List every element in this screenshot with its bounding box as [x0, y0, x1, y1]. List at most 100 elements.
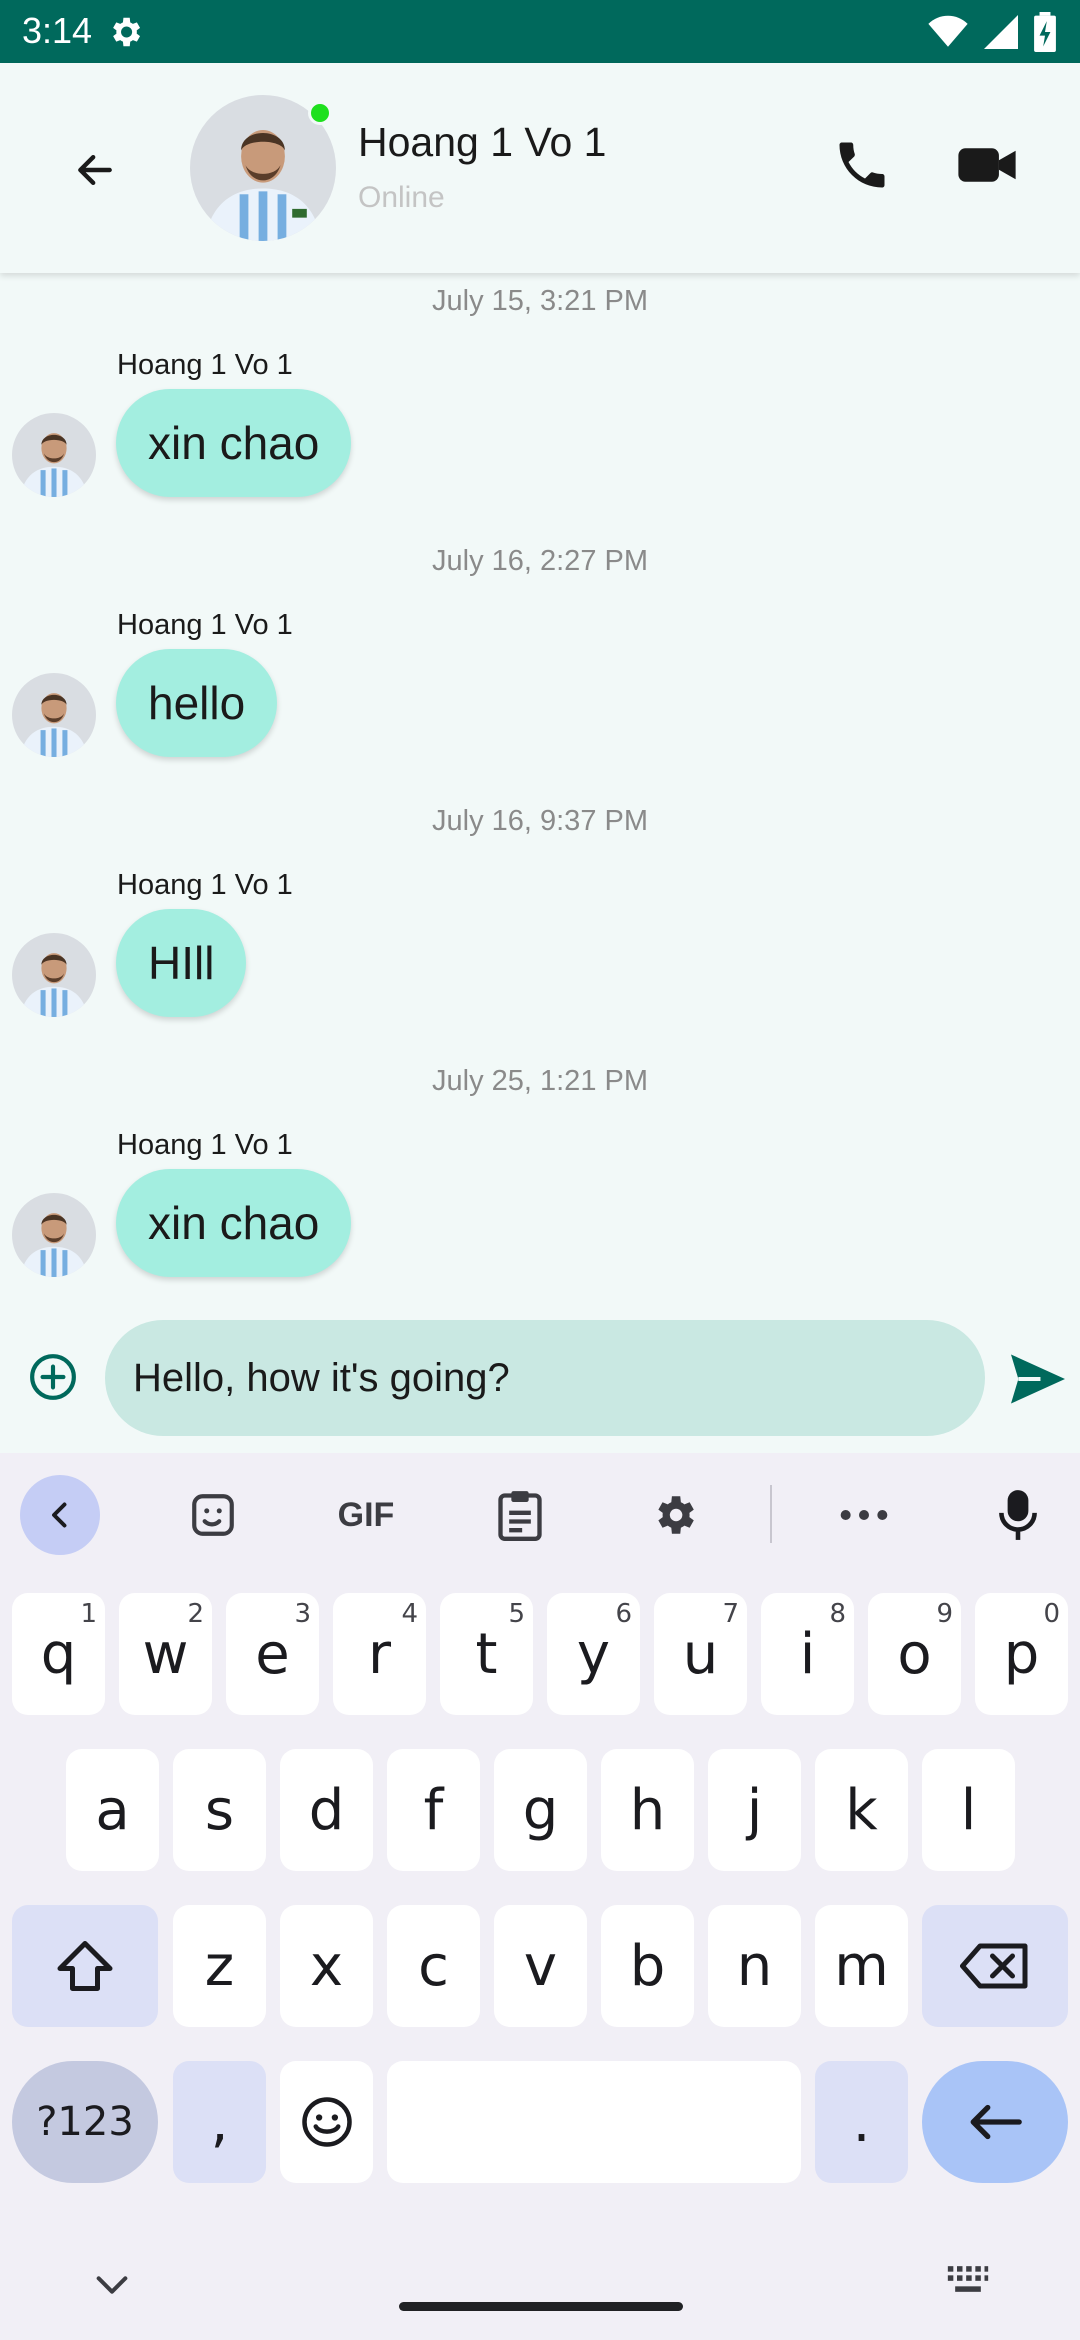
sender-avatar[interactable] — [12, 673, 96, 757]
key-a[interactable]: a — [66, 1749, 159, 1871]
key-b[interactable]: b — [601, 1905, 694, 2027]
key-label: p — [1003, 1621, 1040, 1687]
key-w[interactable]: w2 — [119, 1593, 212, 1715]
keyboard-toolbar: GIF — [0, 1453, 1080, 1573]
message-bubble[interactable]: hello — [116, 649, 278, 757]
key-label: q — [40, 1621, 77, 1687]
period-key[interactable]: . — [815, 2061, 908, 2183]
sender-avatar[interactable] — [12, 413, 96, 497]
key-hint: 1 — [80, 1599, 97, 1629]
sender-avatar[interactable] — [12, 1193, 96, 1277]
key-hint: 0 — [1043, 1599, 1060, 1629]
key-j[interactable]: j — [708, 1749, 801, 1871]
chevron-down-icon[interactable] — [92, 2270, 132, 2300]
emoji-key[interactable] — [280, 2061, 373, 2183]
key-p[interactable]: p0 — [975, 1593, 1068, 1715]
key-label: r — [367, 1621, 392, 1687]
key-g[interactable]: g — [494, 1749, 587, 1871]
message-sender: Hoang 1 Vo 1 — [117, 1129, 293, 1161]
clipboard-button[interactable] — [480, 1475, 560, 1555]
key-l[interactable]: l — [922, 1749, 1015, 1871]
send-button[interactable] — [1008, 1352, 1068, 1406]
symbols-key[interactable]: ?123 — [12, 2061, 158, 2183]
key-label: o — [897, 1621, 932, 1687]
key-h[interactable]: h — [601, 1749, 694, 1871]
gear-icon — [113, 17, 141, 47]
key-m[interactable]: m — [815, 1905, 908, 2027]
wifi-icon — [928, 15, 968, 47]
emoji-icon — [301, 2097, 352, 2147]
chevron-left-icon — [52, 1502, 67, 1528]
shift-key[interactable] — [12, 1905, 158, 2027]
shift-icon — [57, 1941, 113, 1991]
message-composer: Hello, how it's going? — [0, 1318, 1080, 1453]
key-f[interactable]: f — [387, 1749, 480, 1871]
more-options-button[interactable] — [824, 1475, 904, 1555]
key-hint: 9 — [936, 1599, 953, 1629]
voice-input-button[interactable] — [978, 1475, 1058, 1555]
key-o[interactable]: o9 — [868, 1593, 961, 1715]
voice-call-button[interactable] — [832, 135, 892, 195]
key-hint: 4 — [401, 1599, 418, 1629]
key-r[interactable]: r4 — [333, 1593, 426, 1715]
status-time: 3:14 — [22, 10, 93, 51]
home-indicator[interactable] — [399, 2302, 683, 2311]
sticker-button[interactable] — [173, 1475, 253, 1555]
key-u[interactable]: u7 — [654, 1593, 747, 1715]
key-label: i — [799, 1621, 816, 1687]
comma-key[interactable]: , — [173, 2061, 266, 2183]
key-hint: 8 — [829, 1599, 846, 1629]
message-sender: Hoang 1 Vo 1 — [117, 869, 293, 901]
key-n[interactable]: n — [708, 1905, 801, 2027]
online-indicator — [308, 101, 332, 125]
attach-button[interactable] — [28, 1352, 78, 1402]
battery-charging-icon — [1034, 12, 1056, 52]
message-bubble[interactable]: xin chao — [116, 389, 352, 497]
key-t[interactable]: t5 — [440, 1593, 533, 1715]
message-list[interactable]: July 15, 3:21 PM Hoang 1 Vo 1 xin chao J… — [0, 273, 1080, 1318]
contact-name[interactable]: Hoang 1 Vo 1 — [358, 119, 606, 166]
avatar-image — [12, 673, 96, 757]
back-button[interactable] — [60, 135, 130, 205]
sender-avatar[interactable] — [12, 933, 96, 1017]
keyboard-switch-icon[interactable] — [946, 2262, 990, 2296]
sticker-icon — [192, 1494, 234, 1536]
add-circle-icon — [30, 1354, 76, 1400]
toolbar-divider — [770, 1485, 772, 1543]
microphone-icon — [999, 1490, 1037, 1540]
avatar-image — [12, 933, 96, 1017]
soft-keyboard: GIF q1 w 2 e 3 r 4 t 5 y 6 u 7 i 8 o 9 p… — [0, 1453, 1080, 2340]
gif-button[interactable]: GIF — [326, 1475, 406, 1555]
message-timestamp: July 15, 3:21 PM — [432, 285, 648, 317]
key-v[interactable]: v — [494, 1905, 587, 2027]
avatar-image — [12, 1193, 96, 1277]
backspace-key[interactable] — [922, 1905, 1068, 2027]
message-bubble[interactable]: xin chao — [116, 1169, 352, 1277]
key-hint: 5 — [508, 1599, 525, 1629]
message-bubble[interactable]: HIll — [116, 909, 247, 1017]
key-d[interactable]: d — [280, 1749, 373, 1871]
settings-button[interactable] — [634, 1475, 714, 1555]
key-e[interactable]: e3 — [226, 1593, 319, 1715]
key-q[interactable]: q1 — [12, 1593, 105, 1715]
key-hint: 2 — [187, 1599, 204, 1629]
key-z[interactable]: z — [173, 1905, 266, 2027]
arrow-left-icon — [78, 154, 112, 186]
key-c[interactable]: c — [387, 1905, 480, 2027]
key-i[interactable]: i8 — [761, 1593, 854, 1715]
chat-header: Hoang 1 Vo 1 Online — [0, 63, 1080, 273]
message-input[interactable]: Hello, how it's going? — [105, 1320, 985, 1436]
send-icon — [1011, 1354, 1065, 1404]
key-label: y — [576, 1621, 611, 1687]
status-bar: 3:14 — [0, 0, 1080, 63]
message-timestamp: July 16, 9:37 PM — [432, 805, 648, 837]
key-y[interactable]: y6 — [547, 1593, 640, 1715]
key-s[interactable]: s — [173, 1749, 266, 1871]
enter-key[interactable] — [922, 2061, 1068, 2183]
key-label: u — [682, 1621, 719, 1687]
video-call-button[interactable] — [956, 135, 1018, 195]
key-x[interactable]: x — [280, 1905, 373, 2027]
space-key[interactable] — [387, 2061, 801, 2183]
key-k[interactable]: k — [815, 1749, 908, 1871]
keyboard-collapse-button[interactable] — [20, 1475, 100, 1555]
